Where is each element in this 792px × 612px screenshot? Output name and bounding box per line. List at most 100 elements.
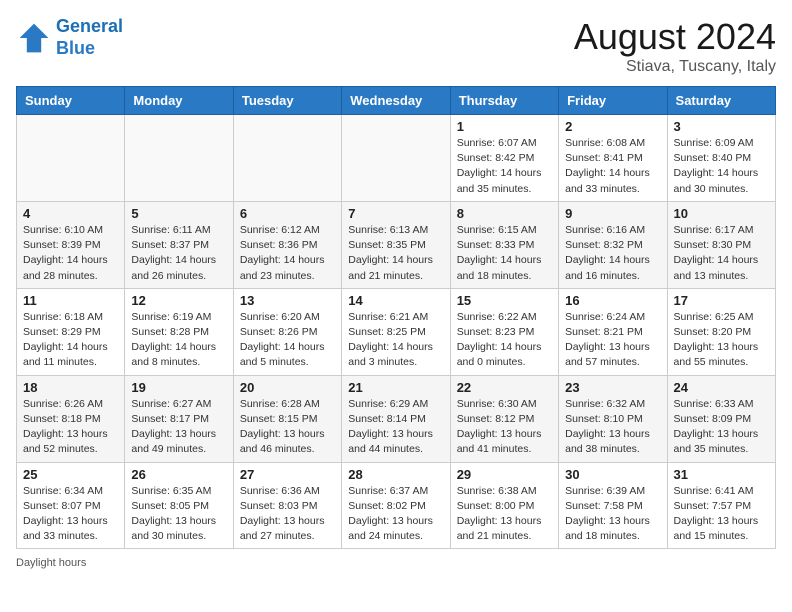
calendar-cell: 24Sunrise: 6:33 AM Sunset: 8:09 PM Dayli… [667, 375, 775, 462]
day-number: 28 [348, 467, 443, 482]
logo-line2: Blue [56, 38, 95, 58]
calendar-cell: 1 Sunrise: 6:07 AM Sunset: 8:42 PM Daylig… [450, 115, 558, 202]
calendar-cell: 23Sunrise: 6:32 AM Sunset: 8:10 PM Dayli… [559, 375, 667, 462]
day-info: Sunrise: 6:09 AM Sunset: 8:40 PM Dayligh… [674, 136, 769, 197]
day-number: 30 [565, 467, 660, 482]
calendar-week-row: 18 Sunrise: 6:26 AM Sunset: 8:18 PM Dayli… [17, 375, 776, 462]
calendar-cell: 28 Sunrise: 6:37 AM Sunset: 8:02 PM Dayli… [342, 462, 450, 549]
calendar-cell [125, 115, 233, 202]
calendar-cell: 16Sunrise: 6:24 AM Sunset: 8:21 PM Dayli… [559, 288, 667, 375]
day-number: 3 [674, 119, 769, 134]
calendar-cell: 4Sunrise: 6:10 AM Sunset: 8:39 PM Daylig… [17, 201, 125, 288]
weekday-header: Wednesday [342, 87, 450, 115]
day-info: Sunrise: 6:10 AM Sunset: 8:39 PM Dayligh… [23, 223, 118, 284]
day-info: Sunrise: 6:41 AM Sunset: 7:57 PM Dayligh… [674, 484, 769, 545]
title-block: August 2024 Stiava, Tuscany, Italy [574, 16, 776, 76]
day-number: 11 [23, 293, 118, 308]
page-header: General Blue August 2024 Stiava, Tuscany… [16, 16, 776, 76]
weekday-header: Monday [125, 87, 233, 115]
day-info: Sunrise: 6:07 AM Sunset: 8:42 PM Dayligh… [457, 136, 552, 197]
calendar-cell: 22 Sunrise: 6:30 AM Sunset: 8:12 PM Dayli… [450, 375, 558, 462]
weekday-header: Friday [559, 87, 667, 115]
calendar-cell: 26 Sunrise: 6:35 AM Sunset: 8:05 PM Dayli… [125, 462, 233, 549]
day-number: 22 [457, 380, 552, 395]
month-title: August 2024 [574, 16, 776, 58]
day-number: 29 [457, 467, 552, 482]
day-info: Sunrise: 6:22 AM Sunset: 8:23 PM Dayligh… [457, 310, 552, 371]
day-info: Sunrise: 6:17 AM Sunset: 8:30 PM Dayligh… [674, 223, 769, 284]
day-info: Sunrise: 6:30 AM Sunset: 8:12 PM Dayligh… [457, 397, 552, 458]
day-info: Sunrise: 6:16 AM Sunset: 8:32 PM Dayligh… [565, 223, 660, 284]
day-info: Sunrise: 6:34 AM Sunset: 8:07 PM Dayligh… [23, 484, 118, 545]
calendar-cell: 31 Sunrise: 6:41 AM Sunset: 7:57 PM Dayli… [667, 462, 775, 549]
day-info: Sunrise: 6:39 AM Sunset: 7:58 PM Dayligh… [565, 484, 660, 545]
logo: General Blue [16, 16, 123, 59]
day-number: 8 [457, 206, 552, 221]
day-info: Sunrise: 6:19 AM Sunset: 8:28 PM Dayligh… [131, 310, 226, 371]
calendar-cell: 2 Sunrise: 6:08 AM Sunset: 8:41 PM Daylig… [559, 115, 667, 202]
day-info: Sunrise: 6:26 AM Sunset: 8:18 PM Dayligh… [23, 397, 118, 458]
weekday-header: Saturday [667, 87, 775, 115]
calendar-cell: 27Sunrise: 6:36 AM Sunset: 8:03 PM Dayli… [233, 462, 341, 549]
day-info: Sunrise: 6:27 AM Sunset: 8:17 PM Dayligh… [131, 397, 226, 458]
day-info: Sunrise: 6:12 AM Sunset: 8:36 PM Dayligh… [240, 223, 335, 284]
calendar-cell: 5 Sunrise: 6:11 AM Sunset: 8:37 PM Daylig… [125, 201, 233, 288]
day-number: 10 [674, 206, 769, 221]
calendar-cell: 12 Sunrise: 6:19 AM Sunset: 8:28 PM Dayli… [125, 288, 233, 375]
day-number: 5 [131, 206, 226, 221]
day-number: 31 [674, 467, 769, 482]
day-number: 19 [131, 380, 226, 395]
calendar-cell: 13Sunrise: 6:20 AM Sunset: 8:26 PM Dayli… [233, 288, 341, 375]
day-number: 25 [23, 467, 118, 482]
day-number: 26 [131, 467, 226, 482]
calendar-week-row: 1 Sunrise: 6:07 AM Sunset: 8:42 PM Daylig… [17, 115, 776, 202]
day-number: 9 [565, 206, 660, 221]
day-number: 21 [348, 380, 443, 395]
day-number: 23 [565, 380, 660, 395]
day-number: 6 [240, 206, 335, 221]
day-info: Sunrise: 6:15 AM Sunset: 8:33 PM Dayligh… [457, 223, 552, 284]
weekday-header: Tuesday [233, 87, 341, 115]
day-number: 18 [23, 380, 118, 395]
day-number: 20 [240, 380, 335, 395]
calendar-cell: 17Sunrise: 6:25 AM Sunset: 8:20 PM Dayli… [667, 288, 775, 375]
calendar-week-row: 4Sunrise: 6:10 AM Sunset: 8:39 PM Daylig… [17, 201, 776, 288]
calendar-table: SundayMondayTuesdayWednesdayThursdayFrid… [16, 86, 776, 549]
day-number: 14 [348, 293, 443, 308]
calendar-cell [17, 115, 125, 202]
day-info: Sunrise: 6:35 AM Sunset: 8:05 PM Dayligh… [131, 484, 226, 545]
calendar-cell: 20 Sunrise: 6:28 AM Sunset: 8:15 PM Dayli… [233, 375, 341, 462]
day-info: Sunrise: 6:11 AM Sunset: 8:37 PM Dayligh… [131, 223, 226, 284]
location-title: Stiava, Tuscany, Italy [574, 58, 776, 76]
calendar-cell [342, 115, 450, 202]
day-number: 2 [565, 119, 660, 134]
logo-line1: General [56, 16, 123, 36]
calendar-cell: 10 Sunrise: 6:17 AM Sunset: 8:30 PM Dayli… [667, 201, 775, 288]
day-info: Sunrise: 6:29 AM Sunset: 8:14 PM Dayligh… [348, 397, 443, 458]
calendar-cell: 6 Sunrise: 6:12 AM Sunset: 8:36 PM Daylig… [233, 201, 341, 288]
calendar-cell: 21 Sunrise: 6:29 AM Sunset: 8:14 PM Dayli… [342, 375, 450, 462]
day-number: 1 [457, 119, 552, 134]
calendar-cell: 14 Sunrise: 6:21 AM Sunset: 8:25 PM Dayli… [342, 288, 450, 375]
day-info: Sunrise: 6:21 AM Sunset: 8:25 PM Dayligh… [348, 310, 443, 371]
day-number: 15 [457, 293, 552, 308]
day-info: Sunrise: 6:28 AM Sunset: 8:15 PM Dayligh… [240, 397, 335, 458]
day-number: 12 [131, 293, 226, 308]
day-info: Sunrise: 6:37 AM Sunset: 8:02 PM Dayligh… [348, 484, 443, 545]
weekday-header-row: SundayMondayTuesdayWednesdayThursdayFrid… [17, 87, 776, 115]
logo-icon [16, 20, 52, 56]
day-info: Sunrise: 6:33 AM Sunset: 8:09 PM Dayligh… [674, 397, 769, 458]
day-info: Sunrise: 6:18 AM Sunset: 8:29 PM Dayligh… [23, 310, 118, 371]
calendar-week-row: 11 Sunrise: 6:18 AM Sunset: 8:29 PM Dayli… [17, 288, 776, 375]
calendar-week-row: 25 Sunrise: 6:34 AM Sunset: 8:07 PM Dayli… [17, 462, 776, 549]
calendar-cell: 9 Sunrise: 6:16 AM Sunset: 8:32 PM Daylig… [559, 201, 667, 288]
calendar-cell: 11 Sunrise: 6:18 AM Sunset: 8:29 PM Dayli… [17, 288, 125, 375]
day-info: Sunrise: 6:38 AM Sunset: 8:00 PM Dayligh… [457, 484, 552, 545]
calendar-cell: 29 Sunrise: 6:38 AM Sunset: 8:00 PM Dayli… [450, 462, 558, 549]
calendar-cell: 8 Sunrise: 6:15 AM Sunset: 8:33 PM Daylig… [450, 201, 558, 288]
weekday-header: Sunday [17, 87, 125, 115]
calendar-cell: 25 Sunrise: 6:34 AM Sunset: 8:07 PM Dayli… [17, 462, 125, 549]
calendar-cell [233, 115, 341, 202]
day-info: Sunrise: 6:08 AM Sunset: 8:41 PM Dayligh… [565, 136, 660, 197]
day-info: Sunrise: 6:36 AM Sunset: 8:03 PM Dayligh… [240, 484, 335, 545]
